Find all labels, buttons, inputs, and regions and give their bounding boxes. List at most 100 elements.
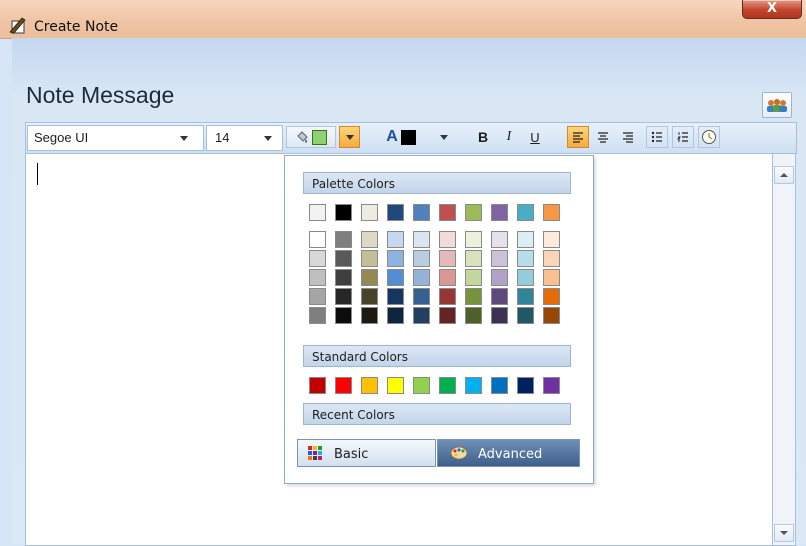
palette-shade-swatch[interactable] (543, 269, 560, 286)
standard-color-swatch[interactable] (413, 377, 430, 394)
palette-shade-swatch[interactable] (465, 288, 482, 305)
font-color-button[interactable]: A (376, 126, 426, 148)
palette-shade-swatch[interactable] (413, 269, 430, 286)
scroll-down-button[interactable] (774, 524, 794, 542)
palette-shade-swatch[interactable] (491, 288, 508, 305)
bullet-list-button[interactable] (646, 126, 668, 148)
palette-shade-swatch[interactable] (335, 250, 352, 267)
palette-shade-swatch[interactable] (439, 250, 456, 267)
palette-shade-swatch[interactable] (543, 231, 560, 248)
underline-button[interactable]: U (524, 126, 546, 148)
align-right-icon (623, 132, 633, 143)
palette-shade-swatch[interactable] (439, 307, 456, 324)
palette-shade-swatch[interactable] (439, 269, 456, 286)
standard-color-swatch[interactable] (543, 377, 560, 394)
palette-shade-swatch[interactable] (387, 288, 404, 305)
font-size-select[interactable]: 14 (206, 125, 283, 151)
palette-shade-swatch[interactable] (465, 250, 482, 267)
palette-shade-swatch[interactable] (543, 250, 560, 267)
standard-color-swatch[interactable] (439, 377, 456, 394)
palette-shade-swatch[interactable] (335, 231, 352, 248)
vertical-scrollbar[interactable] (772, 153, 796, 546)
font-family-select[interactable]: Segoe UI (27, 125, 204, 151)
font-color-a-icon: A (386, 128, 398, 145)
palette-swatch[interactable] (413, 204, 430, 221)
align-left-icon (573, 132, 583, 143)
palette-shade-swatch[interactable] (361, 269, 378, 286)
tab-advanced[interactable]: Advanced (437, 439, 580, 467)
palette-shade-swatch[interactable] (517, 269, 534, 286)
palette-swatch[interactable] (491, 204, 508, 221)
palette-shade-swatch[interactable] (543, 288, 560, 305)
standard-colors-header: Standard Colors (303, 345, 571, 367)
palette-shade-swatch[interactable] (465, 307, 482, 324)
palette-shade-swatch[interactable] (413, 307, 430, 324)
palette-shade-swatch[interactable] (335, 288, 352, 305)
palette-shade-swatch[interactable] (387, 307, 404, 324)
paint-palette-icon (450, 446, 468, 460)
palette-shade-swatch[interactable] (517, 231, 534, 248)
palette-shade-swatch[interactable] (309, 288, 326, 305)
palette-shade-swatch[interactable] (361, 288, 378, 305)
palette-shade-swatch[interactable] (465, 231, 482, 248)
palette-swatch[interactable] (387, 204, 404, 221)
chevron-down-icon (180, 136, 188, 141)
standard-color-swatch[interactable] (387, 377, 404, 394)
palette-swatch[interactable] (465, 204, 482, 221)
palette-shade-swatch[interactable] (309, 307, 326, 324)
scroll-up-button[interactable] (774, 166, 794, 184)
palette-shade-swatch[interactable] (361, 250, 378, 267)
palette-shade-swatch[interactable] (361, 231, 378, 248)
standard-color-swatch[interactable] (491, 377, 508, 394)
standard-color-swatch[interactable] (517, 377, 534, 394)
palette-swatch[interactable] (309, 204, 326, 221)
palette-swatch[interactable] (439, 204, 456, 221)
align-left-button[interactable] (567, 126, 589, 148)
palette-shade-swatch[interactable] (465, 269, 482, 286)
bold-button[interactable]: B (472, 126, 494, 148)
people-button[interactable] (762, 92, 792, 118)
italic-button[interactable]: I (498, 126, 520, 148)
palette-swatch[interactable] (335, 204, 352, 221)
palette-shade-swatch[interactable] (439, 288, 456, 305)
palette-shade-swatch[interactable] (387, 250, 404, 267)
palette-swatch[interactable] (517, 204, 534, 221)
palette-shade-swatch[interactable] (309, 231, 326, 248)
highlight-color-dropdown[interactable] (339, 126, 360, 148)
palette-shade-swatch[interactable] (491, 231, 508, 248)
palette-shade-swatch[interactable] (517, 288, 534, 305)
palette-shade-swatch[interactable] (491, 307, 508, 324)
align-right-button[interactable] (617, 126, 639, 148)
palette-shade-swatch[interactable] (491, 250, 508, 267)
palette-shade-swatch[interactable] (309, 269, 326, 286)
standard-color-swatch[interactable] (309, 377, 326, 394)
palette-swatch[interactable] (361, 204, 378, 221)
tab-basic[interactable]: Basic (297, 439, 436, 467)
palette-shade-swatch[interactable] (517, 250, 534, 267)
tab-advanced-label: Advanced (478, 447, 543, 462)
palette-swatch[interactable] (543, 204, 560, 221)
palette-shade-swatch[interactable] (387, 269, 404, 286)
font-size-value: 14 (215, 130, 230, 145)
palette-shade-swatch[interactable] (309, 250, 326, 267)
numbered-list-button[interactable] (672, 126, 694, 148)
align-center-button[interactable] (592, 126, 614, 148)
standard-color-swatch[interactable] (361, 377, 378, 394)
palette-shade-swatch[interactable] (491, 269, 508, 286)
palette-shade-swatch[interactable] (439, 231, 456, 248)
highlight-color-button[interactable] (286, 126, 336, 148)
palette-shade-swatch[interactable] (543, 307, 560, 324)
standard-color-swatch[interactable] (335, 377, 352, 394)
standard-color-swatch[interactable] (465, 377, 482, 394)
palette-shade-swatch[interactable] (335, 307, 352, 324)
palette-shade-swatch[interactable] (387, 231, 404, 248)
palette-shade-swatch[interactable] (517, 307, 534, 324)
close-button[interactable]: X (742, 0, 802, 19)
palette-shade-swatch[interactable] (361, 307, 378, 324)
font-color-dropdown[interactable] (434, 126, 454, 148)
palette-shade-swatch[interactable] (413, 231, 430, 248)
palette-shade-swatch[interactable] (335, 269, 352, 286)
palette-shade-swatch[interactable] (413, 288, 430, 305)
palette-shade-swatch[interactable] (413, 250, 430, 267)
insert-time-button[interactable] (698, 126, 720, 148)
